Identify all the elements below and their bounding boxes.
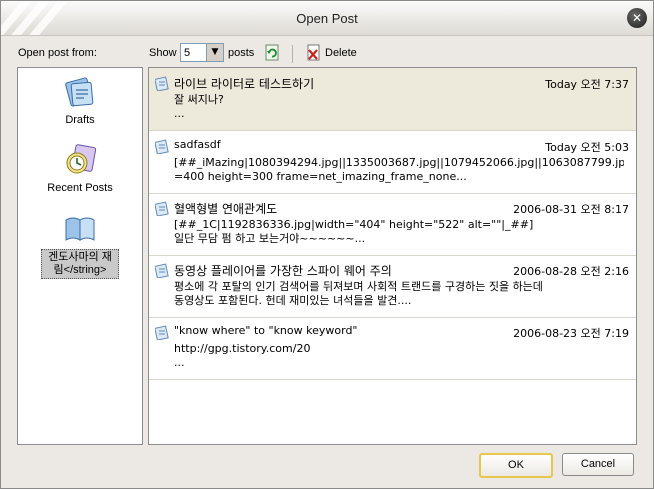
- post-excerpt-line: [##_iMazing|1080394294.jpg||1335003687.j…: [174, 156, 624, 169]
- blog-book-icon: [65, 217, 95, 241]
- post-icon: [155, 76, 169, 91]
- recent-posts-icon: [66, 144, 97, 174]
- delete-label: Delete: [325, 47, 357, 59]
- post-excerpt: [##_iMazing|1080394294.jpg||1335003687.j…: [174, 156, 624, 184]
- post-excerpt: 잘 써지나? ...: [174, 93, 624, 121]
- post-icon: [155, 139, 169, 154]
- post-excerpt-line: 동영상도 포함된다. 헌데 재미있는 녀석들을 발견....: [174, 294, 412, 307]
- refresh-icon[interactable]: [263, 44, 281, 62]
- ok-button[interactable]: OK: [479, 453, 553, 478]
- title-bar[interactable]: Open Post ✕: [1, 1, 653, 36]
- post-title: 라이브 라이터로 테스트하기: [174, 77, 315, 91]
- posts-label: posts: [228, 47, 255, 59]
- sidebar-item-recent-posts[interactable]: Recent Posts: [18, 142, 142, 196]
- post-date: Today 오전 5:03: [545, 141, 629, 154]
- open-from-label: Open post from:: [18, 47, 97, 59]
- dialog-title: Open Post: [296, 11, 358, 26]
- post-row[interactable]: "know where" to "know keyword" 2006-08-2…: [149, 317, 636, 380]
- post-excerpt-line: =400 height=300 frame=net_imazing_frame_…: [174, 170, 467, 183]
- post-list: 라이브 라이터로 테스트하기 Today 오전 7:37 잘 써지나? ... …: [148, 67, 637, 445]
- post-row[interactable]: 혈액형별 연애관계도 2006-08-31 오전 8:17 [##_1C|119…: [149, 193, 636, 256]
- post-excerpt-line: 잘 써지나?: [174, 93, 224, 106]
- sidebar-item-label: 겐도사마의 재림</string>: [41, 249, 119, 279]
- post-excerpt-line: ...: [174, 356, 185, 369]
- post-title: 혈액형별 연애관계도: [174, 202, 278, 216]
- post-title: 동영상 플레이어를 가장한 스파이 웨어 주의: [174, 264, 392, 278]
- post-count-select[interactable]: 5 ▼: [180, 43, 224, 62]
- post-icon: [155, 263, 169, 278]
- delete-icon: [307, 44, 320, 61]
- post-excerpt-line: http://gpg.tistory.com/20: [174, 342, 311, 355]
- post-excerpt-line: [##_1C|1192836336.jpg|width="404" height…: [174, 218, 534, 231]
- post-title: "know where" to "know keyword": [174, 324, 358, 337]
- post-date: Today 오전 7:37: [545, 78, 629, 91]
- post-date: 2006-08-28 오전 2:16: [513, 265, 629, 278]
- post-row[interactable]: 동영상 플레이어를 가장한 스파이 웨어 주의 2006-08-28 오전 2:…: [149, 255, 636, 318]
- post-date: 2006-08-23 오전 7:19: [513, 327, 629, 340]
- post-count-value: 5: [184, 47, 191, 59]
- post-excerpt-line: 평소에 각 포탈의 인기 검색어를 뒤져보며 사회적 트랜드를 구경하는 짓을 …: [174, 280, 543, 293]
- sidebar-item-blog[interactable]: 겐도사마의 재림</string>: [18, 210, 142, 279]
- post-row[interactable]: sadfasdf Today 오전 5:03 [##_iMazing|10803…: [149, 131, 636, 194]
- post-title: sadfasdf: [174, 138, 221, 151]
- chevron-down-icon[interactable]: ▼: [206, 44, 223, 61]
- sidebar-item-drafts[interactable]: Drafts: [18, 74, 142, 128]
- post-excerpt: [##_1C|1192836336.jpg|width="404" height…: [174, 218, 624, 246]
- source-sidebar: Drafts Recent Posts 겐도사마의 재림</string>: [17, 67, 143, 445]
- post-row[interactable]: 라이브 라이터로 테스트하기 Today 오전 7:37 잘 써지나? ...: [149, 68, 636, 131]
- close-icon[interactable]: ✕: [627, 8, 647, 28]
- post-excerpt-line: ...: [174, 107, 185, 120]
- toolbar-separator: [292, 45, 293, 63]
- post-excerpt: http://gpg.tistory.com/20 ...: [174, 342, 624, 370]
- open-post-dialog: Open Post ✕ Open post from: Drafts Recen…: [0, 0, 654, 489]
- show-label: Show: [149, 47, 177, 59]
- post-icon: [155, 201, 169, 216]
- post-date: 2006-08-31 오전 8:17: [513, 203, 629, 216]
- post-excerpt-line: 일단 무담 펌 하고 보는거야~~~~~~...: [174, 232, 366, 245]
- cancel-button[interactable]: Cancel: [562, 453, 634, 476]
- post-excerpt: 평소에 각 포탈의 인기 검색어를 뒤져보며 사회적 트랜드를 구경하는 짓을 …: [174, 280, 624, 308]
- post-icon: [155, 325, 169, 340]
- sidebar-item-label: Drafts: [65, 114, 95, 126]
- sidebar-item-label: Recent Posts: [47, 182, 113, 194]
- drafts-icon: [65, 77, 94, 107]
